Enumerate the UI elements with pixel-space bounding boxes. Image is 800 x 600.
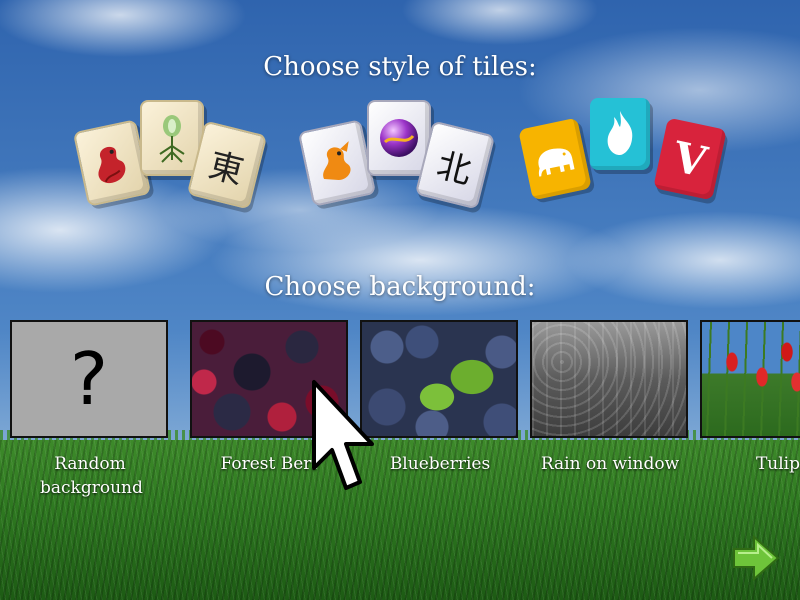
background-heading: Choose background: [264,272,536,302]
background-label-tulips: Tulip [755,454,800,474]
v-tile: V [653,117,727,201]
tile-letter: V [668,131,712,187]
background-rain-on-window[interactable] [530,320,688,438]
tiles-heading: Choose style of tiles: [263,52,537,82]
tile-character: 東 [204,144,248,192]
background-tulips[interactable] [700,320,800,438]
tile-character: 北 [432,144,476,192]
right-arrow-icon[interactable] [730,532,782,584]
elephant-tile [518,117,592,201]
fire-icon [607,111,633,155]
dragon-icon [323,141,351,181]
orb-icon [380,119,418,157]
dragon-icon [98,146,126,184]
background-forest-berries[interactable] [190,320,348,438]
tile-style-classic[interactable]: 東 [72,95,270,225]
fire-tile [590,98,650,170]
background-label-blueberries: Blueberries [389,454,491,474]
background-label-random: Random background [40,454,143,498]
elephant-icon [538,148,575,177]
tile-style-modern[interactable]: 北 [297,95,496,225]
mahjong-setup-screen: Choose style of tiles: 東 北 V Choose back… [0,0,800,600]
background-blueberries[interactable] [360,320,518,438]
background-random[interactable]: ? [10,320,168,438]
dragon-tile [297,119,377,207]
background-label-rain-on-window: Rain on window [540,454,680,474]
background-label-forest-berries: Forest Berr [220,454,320,474]
question-mark: ? [69,337,109,421]
tile-style-colorful[interactable]: V [518,95,727,225]
flower-icon [159,115,185,163]
